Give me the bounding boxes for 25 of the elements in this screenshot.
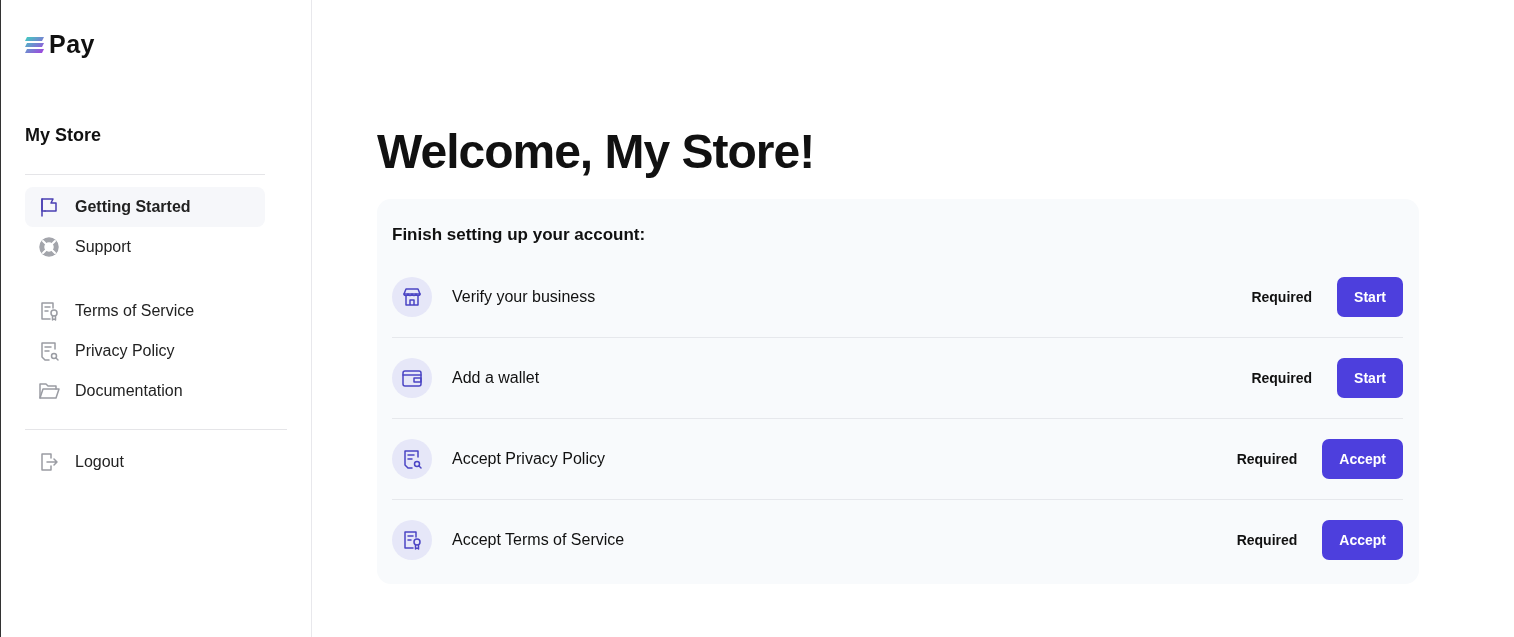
page-heading: Welcome, My Store! [377, 124, 816, 179]
status-label: Required [1236, 532, 1298, 548]
status-label: Required [1251, 289, 1313, 305]
task-label: Accept Terms of Service [452, 531, 626, 549]
task-label: Verify your business [452, 288, 597, 306]
task-label: Accept Privacy Policy [452, 450, 606, 468]
sidebar-item[interactable]: Terms of Service [25, 291, 265, 331]
sidebar-item[interactable]: Documentation [25, 371, 265, 411]
lifebuoy-icon [37, 235, 61, 259]
status-label: Required [1236, 451, 1298, 467]
action-button[interactable]: Accept [1322, 520, 1403, 560]
store-name: My Store [25, 125, 103, 146]
sidebar-item[interactable]: Logout [25, 442, 265, 482]
status-label: Required [1251, 370, 1313, 386]
action-button[interactable]: Start [1337, 277, 1403, 317]
logo-text: Pay [49, 30, 95, 59]
store-icon [400, 285, 424, 309]
logo-icon [25, 35, 45, 54]
sidebar-item[interactable]: Getting Started [25, 187, 265, 227]
action-button[interactable]: Accept [1322, 439, 1403, 479]
sidebar-item[interactable]: Privacy Policy [25, 331, 265, 371]
task-label: Add a wallet [452, 369, 541, 387]
action-button[interactable]: Start [1337, 358, 1403, 398]
card-title: Finish setting up your account: [392, 225, 647, 245]
sidebar-item[interactable]: Support [25, 227, 265, 267]
